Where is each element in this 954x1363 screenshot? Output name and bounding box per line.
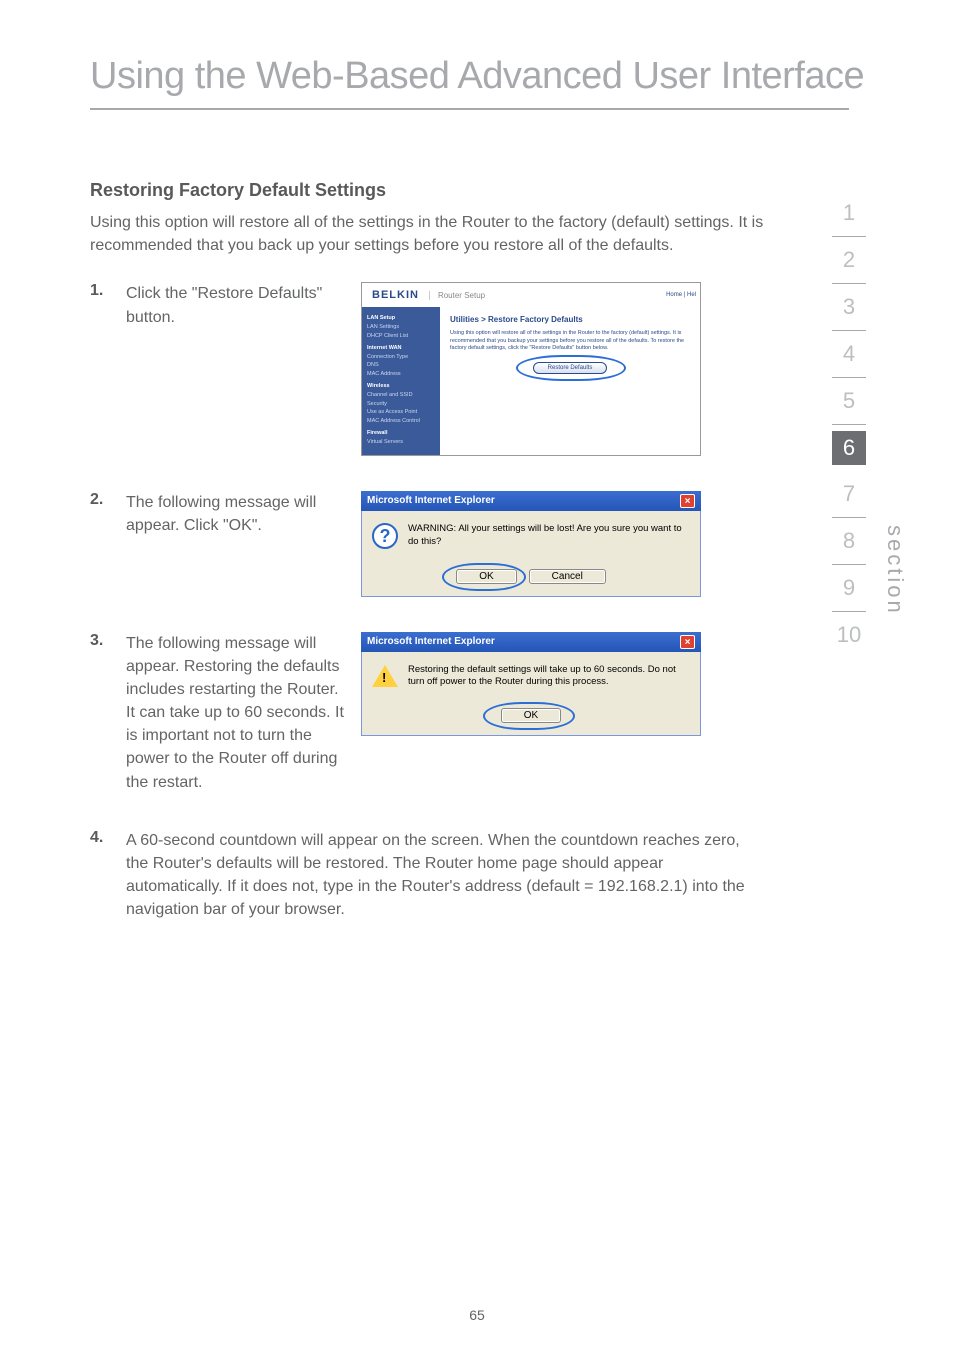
nav-item: Connection Type [367, 353, 435, 362]
step-number: 4. [90, 829, 126, 847]
section-nav-item[interactable]: 2 [832, 237, 866, 284]
step-number: 2. [90, 491, 126, 509]
nav-item: MAC Address Control [367, 417, 435, 426]
screenshot-warning-dialog: Microsoft Internet Explorer × ? WARNING:… [361, 491, 774, 597]
section-heading: Restoring Factory Default Settings [90, 180, 774, 201]
dialog-titlebar: Microsoft Internet Explorer × [361, 632, 701, 652]
section-nav-item[interactable]: 9 [832, 565, 866, 612]
breadcrumb: Utilities > Restore Factory Defaults [450, 315, 690, 324]
nav-item: MAC Address [367, 370, 435, 379]
main-content: Restoring Factory Default Settings Using… [0, 110, 954, 922]
close-icon[interactable]: × [680, 635, 695, 649]
section-nav-item[interactable]: 5 [832, 378, 866, 425]
belkin-logo: BELKIN [362, 283, 429, 307]
nav-group: Wireless [367, 382, 435, 391]
nav-item: DHCP Client List [367, 332, 435, 341]
dialog-title: Microsoft Internet Explorer [367, 495, 495, 506]
nav-item: DNS [367, 361, 435, 370]
section-nav-item[interactable]: 3 [832, 284, 866, 331]
router-setup-label: Router Setup [429, 291, 485, 300]
section-label: section [882, 525, 908, 616]
dialog-titlebar: Microsoft Internet Explorer × [361, 491, 701, 511]
home-help-link: Home | Hel [666, 292, 700, 298]
section-nav-item[interactable]: 4 [832, 331, 866, 378]
nav-item: Channel and SSID [367, 391, 435, 400]
step-number: 1. [90, 282, 126, 300]
dialog-title: Microsoft Internet Explorer [367, 636, 495, 647]
close-icon[interactable]: × [680, 494, 695, 508]
cancel-button[interactable]: Cancel [529, 569, 606, 584]
intro-paragraph: Using this option will restore all of th… [90, 211, 774, 257]
nav-item: Security [367, 400, 435, 409]
nav-item: LAN Settings [367, 323, 435, 332]
section-nav: 1 2 3 4 5 6 7 8 9 10 [832, 190, 866, 658]
screenshot-router-restore: BELKIN Router Setup Home | Hel LAN Setup… [361, 282, 774, 455]
ok-button[interactable]: OK [501, 708, 561, 723]
screenshot-restoring-dialog: Microsoft Internet Explorer × Restoring … [361, 632, 774, 737]
nav-group: Internet WAN [367, 344, 435, 353]
step-1: 1. Click the "Restore Defaults" button. … [90, 282, 774, 455]
dialog-message: Restoring the default settings will take… [408, 664, 690, 689]
step-2: 2. The following message will appear. Cl… [90, 491, 774, 597]
section-nav-item[interactable]: 1 [832, 190, 866, 237]
step-text: The following message will appear. Resto… [126, 632, 361, 794]
ok-button[interactable]: OK [456, 569, 516, 584]
page-number: 65 [0, 1307, 954, 1323]
dialog-message: WARNING: All your settings will be lost!… [408, 523, 690, 548]
router-sidebar: LAN Setup LAN Settings DHCP Client List … [362, 307, 440, 454]
section-nav-item[interactable]: 7 [832, 471, 866, 518]
nav-group: LAN Setup [367, 314, 435, 323]
nav-item: Virtual Servers [367, 438, 435, 447]
warning-icon [372, 665, 398, 687]
question-icon: ? [372, 523, 398, 549]
step-text: Click the "Restore Defaults" button. [126, 282, 361, 328]
step-text: The following message will appear. Click… [126, 491, 361, 537]
page-title: Using the Web-Based Advanced User Interf… [0, 0, 954, 108]
step-text: A 60-second countdown will appear on the… [126, 829, 774, 922]
nav-item: Use as Access Point [367, 408, 435, 417]
restore-defaults-button[interactable]: Restore Defaults [533, 362, 608, 374]
section-nav-item[interactable]: 10 [832, 612, 866, 658]
nav-group: Firewall [367, 429, 435, 438]
restore-description: Using this option will restore all of th… [450, 330, 690, 351]
section-nav-item[interactable]: 8 [832, 518, 866, 565]
step-4: 4. A 60-second countdown will appear on … [90, 829, 774, 922]
section-nav-item-active[interactable]: 6 [832, 431, 866, 465]
step-number: 3. [90, 632, 126, 650]
step-3: 3. The following message will appear. Re… [90, 632, 774, 794]
